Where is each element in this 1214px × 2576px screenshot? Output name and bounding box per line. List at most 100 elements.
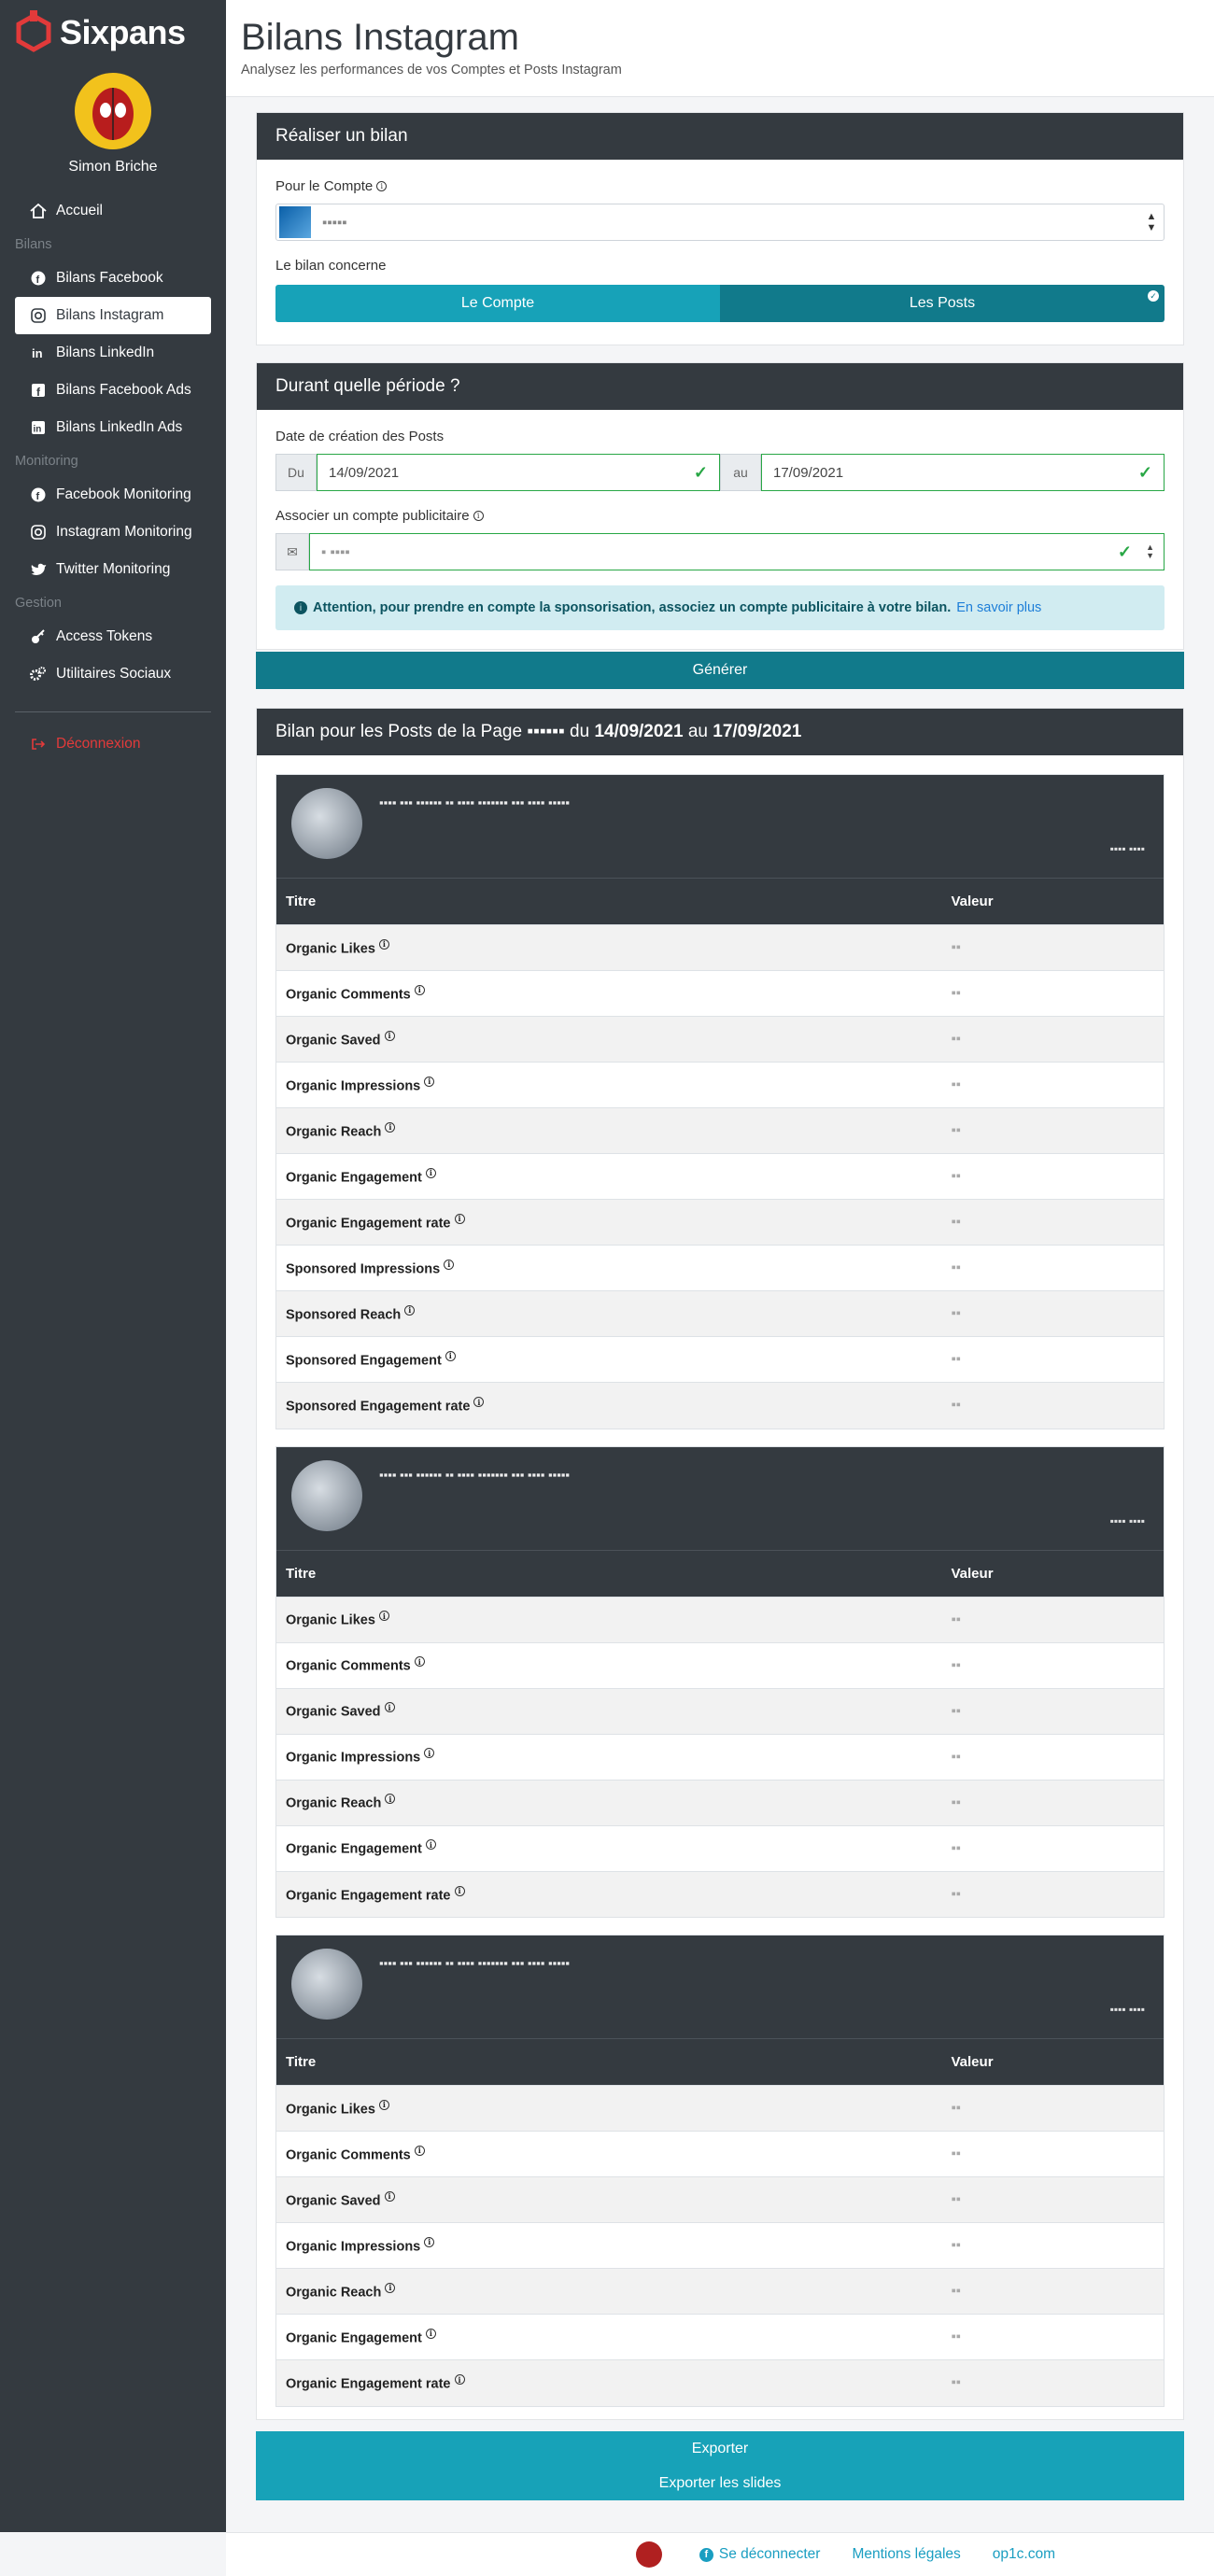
info-icon[interactable]: i [378,2099,389,2110]
generate-button[interactable]: Générer [256,652,1184,689]
sidebar-item-accueil[interactable]: Accueil [15,192,211,230]
table-row: Organic Engagement rate i ▪▪ [276,1870,1164,1917]
post-thumbnail[interactable] [291,1459,362,1531]
post-caption: ▪▪▪▪ ▪▪▪ ▪▪▪▪▪▪ ▪▪ ▪▪▪▪ ▪▪▪▪▪▪▪ ▪▪▪ ▪▪▪▪… [379,1956,571,1970]
info-icon[interactable]: i [384,2190,395,2202]
report-card: Bilan pour les Posts de la Page ▪▪▪▪▪▪ d… [256,708,1184,2420]
metric-name: Organic Engagement [286,2330,422,2346]
table-row: Organic Comments i ▪▪ [276,970,1164,1017]
info-icon[interactable]: i [445,1350,456,1361]
sidebar-item-label: Bilans Instagram [56,307,164,323]
metric-name-cell: Organic Engagement i [276,1824,942,1871]
sidebar-item-bilans-facebook-ads[interactable]: f Bilans Facebook Ads [15,372,211,409]
info-icon[interactable]: i [378,938,389,950]
table-row: Organic Saved i ▪▪ [276,1016,1164,1063]
info-icon[interactable]: i [404,1304,416,1316]
info-icon[interactable]: i [385,2282,396,2293]
select-caret-icon: ▲ ▼ [1146,211,1157,233]
report-title: Bilan pour les Posts de la Page ▪▪▪▪▪▪ d… [257,709,1183,755]
info-icon[interactable]: i [385,1794,396,1805]
export-slides-button[interactable]: Exporter les slides [256,2466,1184,2500]
info-icon[interactable]: i [425,1167,436,1178]
sidebar-item-bilans-facebook[interactable]: f Bilans Facebook [15,260,211,297]
metric-name-cell: Organic Reach i [276,1107,942,1154]
info-icon[interactable]: i [454,1885,465,1896]
info-icon[interactable]: i [414,984,425,995]
info-icon[interactable]: i [384,1030,395,1041]
facebook-icon: f [30,270,47,287]
info-icon[interactable]: i [414,1656,425,1668]
info-icon[interactable]: i [454,1213,465,1224]
ad-account-label-text: Associer un compte publicitaire [275,508,470,524]
table-row: Organic Reach i ▪▪ [276,2268,1164,2315]
sidebar-item-bilans-instagram[interactable]: Bilans Instagram [15,297,211,334]
col-title: Titre [276,1549,942,1597]
date-from-input[interactable]: 14/09/2021 ✓ [317,454,720,491]
metric-value: ▪▪ [941,2131,1164,2177]
info-icon[interactable]: i [425,1839,436,1851]
export-group: Exporter Exporter les slides [256,2431,1184,2500]
sidebar-item-bilans-linkedin-ads[interactable]: in Bilans LinkedIn Ads [15,409,211,446]
post-thumbnail[interactable] [291,1949,362,2020]
sidebar-item-instagram-monitoring[interactable]: Instagram Monitoring [15,514,211,551]
export-button[interactable]: Exporter [256,2431,1184,2466]
info-icon[interactable]: i [444,1259,455,1270]
sidebar-item-facebook-monitoring[interactable]: f Facebook Monitoring [15,476,211,514]
info-icon[interactable]: i [385,1121,396,1133]
report-page-name: ▪▪▪▪▪▪ [527,722,565,741]
date-to-input[interactable]: 17/09/2021 ✓ [761,454,1165,491]
info-circle-icon: i [294,601,307,614]
metric-value: ▪▪ [941,1733,1164,1780]
sidebar-item-bilans-linkedin[interactable]: in Bilans LinkedIn [15,334,211,372]
footer-legal-link[interactable]: Mentions légales [852,2546,960,2563]
info-icon[interactable]: i [376,181,388,191]
post-date: ▪▪▪▪ ▪▪▪▪ [1109,2003,1145,2016]
info-icon[interactable]: i [425,2328,436,2339]
info-icon[interactable]: i [454,2374,465,2386]
scope-toggle: Le Compte Les Posts ✓ [275,285,1165,322]
metric-name-cell: Organic Engagement rate i [276,1870,942,1917]
table-row: Organic Engagement i ▪▪ [276,1824,1164,1871]
scope-option-posts[interactable]: Les Posts ✓ [720,285,1165,322]
footer-site-link[interactable]: op1c.com [993,2546,1055,2563]
metric-name: Sponsored Engagement [286,1353,442,1369]
brand[interactable]: Sixpans [0,0,226,65]
account-select[interactable]: ▪▪▪▪▪ ▲ ▼ [275,204,1165,241]
sidebar-item-twitter-monitoring[interactable]: Twitter Monitoring [15,551,211,588]
table-row: Sponsored Impressions i ▪▪ [276,1245,1164,1291]
info-icon[interactable]: i [424,2236,435,2247]
nav-section-gestion: Gestion [15,596,62,611]
info-icon[interactable]: i [424,1076,435,1087]
period-card: Durant quelle période ? Date de création… [256,362,1184,650]
info-icon[interactable]: i [414,2145,425,2156]
info-icon[interactable]: i [473,1397,485,1408]
info-icon[interactable]: i [378,1611,389,1622]
alert-learn-more-link[interactable]: En savoir plus [956,600,1041,615]
sidebar-item-label: Bilans Facebook [56,270,163,286]
scope-option-compte[interactable]: Le Compte [275,285,720,322]
info-icon[interactable]: i [384,1702,395,1713]
post-block: ▪▪▪▪ ▪▪▪ ▪▪▪▪▪▪ ▪▪ ▪▪▪▪ ▪▪▪▪▪▪▪ ▪▪▪ ▪▪▪▪… [275,774,1165,1429]
metric-name-cell: Organic Comments i [276,2131,942,2177]
metric-name-cell: Organic Engagement rate i [276,2359,942,2406]
user-avatar[interactable] [75,73,151,149]
info-icon[interactable]: i [424,1748,435,1759]
info-icon[interactable]: i [473,511,484,521]
post-metrics-table: Titre Valeur Organic Likes i ▪▪ Organic Comm… [276,878,1164,1429]
ad-account-select[interactable]: ▪ ▪▪▪▪ ✓ ▲ ▼ [309,533,1165,570]
table-row: Sponsored Engagement i ▪▪ [276,1336,1164,1383]
date-range: Du 14/09/2021 ✓ au 17/09/2021 ✓ [275,454,1165,491]
metric-name: Organic Likes [286,941,375,957]
footer-logout-link[interactable]: f Se déconnecter [699,2546,820,2563]
sidebar-item-utilitaires-sociaux[interactable]: Utilitaires Sociaux [15,655,211,693]
sidebar-item-logout[interactable]: Déconnexion [15,725,211,763]
metric-value: ▪▪ [941,1016,1164,1063]
col-title: Titre [276,2038,942,2086]
metric-name-cell: Organic Impressions i [276,1062,942,1108]
table-row: Organic Engagement rate i ▪▪ [276,1199,1164,1246]
sidebar-item-access-tokens[interactable]: Access Tokens [15,618,211,655]
post-thumbnail[interactable] [291,788,362,859]
metric-name: Organic Engagement rate [286,2376,451,2392]
metric-name-cell: Organic Likes i [276,1596,942,1642]
metric-value: ▪▪ [941,1199,1164,1246]
